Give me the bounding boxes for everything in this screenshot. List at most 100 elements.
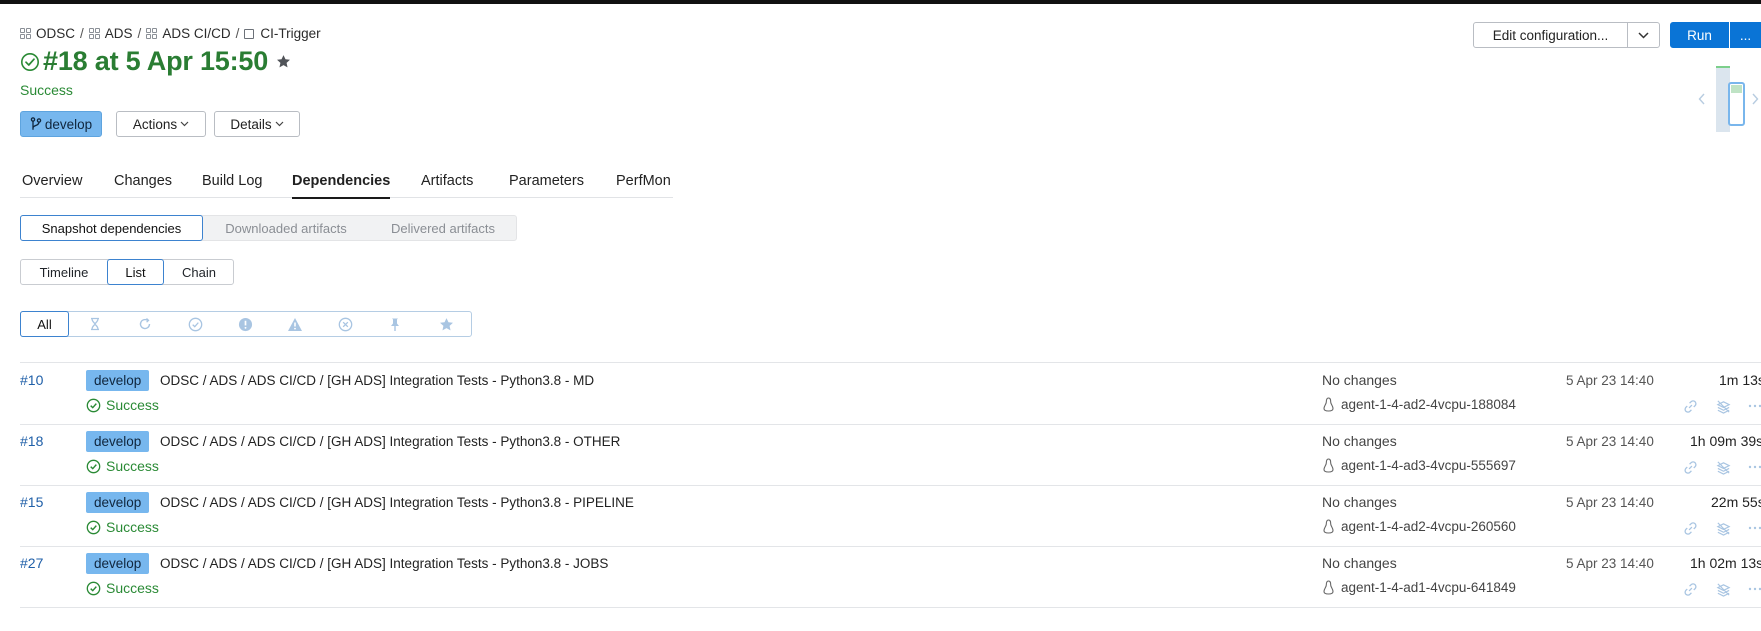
build-number-link[interactable]: #10 xyxy=(20,372,43,388)
linux-icon xyxy=(1323,397,1334,412)
layers-icon[interactable] xyxy=(1715,398,1731,414)
more-icon[interactable] xyxy=(1747,581,1761,597)
link-icon[interactable] xyxy=(1682,581,1698,597)
agent-link[interactable]: agent-1-4-ad1-4vcpu-641849 xyxy=(1322,580,1516,595)
top-bar xyxy=(0,0,1761,4)
chevron-right-icon[interactable] xyxy=(1751,93,1759,105)
chevron-down-icon xyxy=(180,121,189,127)
check-circle-icon[interactable] xyxy=(187,316,203,332)
agent-name: agent-1-4-ad1-4vcpu-641849 xyxy=(1341,580,1516,595)
build-date: 5 Apr 23 14:40 xyxy=(1566,373,1654,388)
build-configuration-link[interactable]: ODSC / ADS / ADS CI/CD / [GH ADS] Integr… xyxy=(160,434,620,449)
breadcrumb-separator: / xyxy=(235,26,240,41)
build-configuration-link[interactable]: ODSC / ADS / ADS CI/CD / [GH ADS] Integr… xyxy=(160,495,634,510)
link-icon[interactable] xyxy=(1682,398,1698,414)
branch-icon xyxy=(30,117,42,130)
edit-configuration-dropdown[interactable] xyxy=(1627,22,1660,48)
build-history-selected-bar xyxy=(1731,85,1742,93)
filter-all[interactable]: All xyxy=(20,311,69,337)
edit-configuration-button[interactable]: Edit configuration... xyxy=(1473,22,1628,48)
build-status[interactable]: Success xyxy=(86,458,159,474)
tab-parameters[interactable]: Parameters xyxy=(509,173,584,189)
agent-link[interactable]: agent-1-4-ad2-4vcpu-188084 xyxy=(1322,397,1516,412)
build-status[interactable]: Success xyxy=(86,519,159,535)
exclamation-circle-icon[interactable] xyxy=(237,316,253,332)
changes-link[interactable]: No changes xyxy=(1322,555,1397,571)
chevron-down-icon xyxy=(1638,31,1649,39)
agent-link[interactable]: agent-1-4-ad3-4vcpu-555697 xyxy=(1322,458,1516,473)
build-date: 5 Apr 23 14:40 xyxy=(1566,434,1654,449)
more-icon[interactable] xyxy=(1747,520,1761,536)
view-timeline[interactable]: Timeline xyxy=(20,259,108,285)
star-icon[interactable] xyxy=(276,54,291,69)
layers-icon[interactable] xyxy=(1715,581,1731,597)
link-icon[interactable] xyxy=(1682,459,1698,475)
build-tabs: Overview Changes Build Log Dependencies … xyxy=(20,166,673,199)
changes-link[interactable]: No changes xyxy=(1322,494,1397,510)
run-button[interactable]: Run xyxy=(1670,22,1729,48)
branch-button[interactable]: develop xyxy=(20,111,102,137)
details-button[interactable]: Details xyxy=(214,111,300,137)
build-status[interactable]: Success xyxy=(86,580,159,596)
tab-changes[interactable]: Changes xyxy=(114,173,172,189)
success-check-icon xyxy=(86,520,101,534)
changes-link[interactable]: No changes xyxy=(1322,372,1397,388)
tab-build-log[interactable]: Build Log xyxy=(202,173,262,189)
agent-link[interactable]: agent-1-4-ad2-4vcpu-260560 xyxy=(1322,519,1516,534)
tab-perfmon[interactable]: PerfMon xyxy=(616,173,671,189)
hourglass-icon[interactable] xyxy=(87,316,103,332)
refresh-icon[interactable] xyxy=(137,316,153,332)
tab-overview[interactable]: Overview xyxy=(22,173,82,189)
run-label: Run xyxy=(1687,27,1712,43)
layers-icon[interactable] xyxy=(1715,520,1731,536)
run-options-button[interactable]: ... xyxy=(1730,22,1761,48)
breadcrumb-item-ads[interactable]: ADS xyxy=(88,26,133,41)
actions-button[interactable]: Actions xyxy=(116,111,206,137)
build-status-label: Success xyxy=(106,519,159,535)
build-status[interactable]: Success xyxy=(86,397,159,413)
row-separator xyxy=(20,485,1761,486)
more-icon[interactable] xyxy=(1747,459,1761,475)
branch-badge[interactable]: develop xyxy=(86,431,150,452)
row-separator xyxy=(20,424,1761,425)
delivered-artifacts-tab[interactable]: Delivered artifacts xyxy=(369,215,517,241)
tab-artifacts[interactable]: Artifacts xyxy=(421,173,473,189)
build-number-link[interactable]: #15 xyxy=(20,494,43,510)
success-check-icon xyxy=(86,459,101,473)
build-configuration-link[interactable]: ODSC / ADS / ADS CI/CD / [GH ADS] Integr… xyxy=(160,556,608,571)
breadcrumb-item-odsc[interactable]: ODSC xyxy=(20,26,75,41)
row-separator xyxy=(20,607,1761,608)
changes-link[interactable]: No changes xyxy=(1322,433,1397,449)
view-chain[interactable]: Chain xyxy=(164,259,234,285)
downloaded-artifacts-tab[interactable]: Downloaded artifacts xyxy=(203,215,369,241)
cancel-circle-icon[interactable] xyxy=(337,316,353,332)
project-grid-icon xyxy=(88,28,100,39)
breadcrumb-separator: / xyxy=(137,26,142,41)
link-icon[interactable] xyxy=(1682,520,1698,536)
tab-dependencies[interactable]: Dependencies xyxy=(292,173,391,199)
branch-badge[interactable]: develop xyxy=(86,492,150,513)
more-icon[interactable] xyxy=(1747,398,1761,414)
snapshot-dependencies-tab[interactable]: Snapshot dependencies xyxy=(20,215,203,241)
view-list[interactable]: List xyxy=(107,259,164,285)
branch-badge[interactable]: develop xyxy=(86,370,150,391)
actions-label: Actions xyxy=(132,116,178,132)
linux-icon xyxy=(1323,519,1334,534)
breadcrumb-item-ci-trigger[interactable]: CI-Trigger xyxy=(244,26,321,41)
pin-icon[interactable] xyxy=(387,316,403,332)
breadcrumb-item-ads-cicd[interactable]: ADS CI/CD xyxy=(146,26,231,41)
agent-name: agent-1-4-ad3-4vcpu-555697 xyxy=(1341,458,1516,473)
layers-icon[interactable] xyxy=(1715,459,1731,475)
warning-triangle-icon[interactable] xyxy=(287,316,303,332)
branch-badge[interactable]: develop xyxy=(86,553,150,574)
linux-icon xyxy=(1323,580,1334,595)
build-config-icon xyxy=(244,28,255,39)
build-duration: 22m 55s xyxy=(1711,494,1761,510)
chevron-left-icon[interactable] xyxy=(1698,93,1706,105)
star-icon[interactable] xyxy=(438,316,454,332)
build-number-link[interactable]: #18 xyxy=(20,433,43,449)
project-grid-icon xyxy=(146,28,158,39)
build-number-link[interactable]: #27 xyxy=(20,555,43,571)
build-history-selector[interactable] xyxy=(1728,82,1745,126)
build-configuration-link[interactable]: ODSC / ADS / ADS CI/CD / [GH ADS] Integr… xyxy=(160,373,594,388)
